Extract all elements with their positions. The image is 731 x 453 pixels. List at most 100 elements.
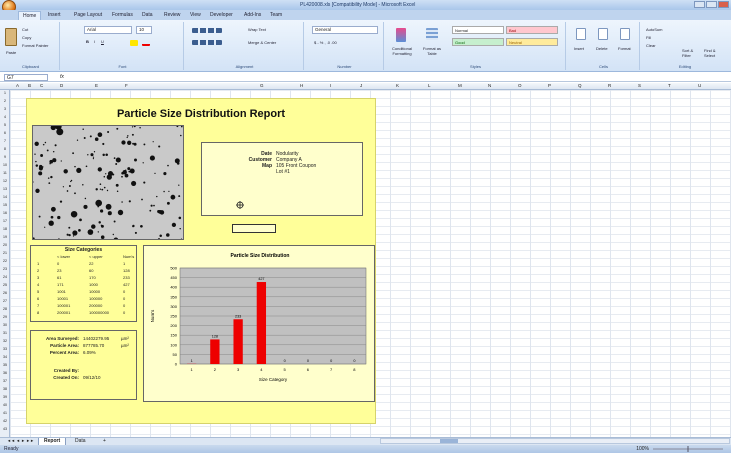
tab-insert[interactable]: Insert (44, 11, 65, 20)
fill-color-icon[interactable] (130, 40, 138, 46)
row-header[interactable]: 5 (1, 123, 9, 127)
maximize-icon[interactable] (706, 1, 717, 8)
row-header[interactable]: 14 (1, 195, 9, 199)
paste-icon[interactable] (5, 28, 17, 46)
row-header[interactable]: 21 (1, 251, 9, 255)
column-header[interactable]: D (60, 83, 63, 88)
fx-icon[interactable]: fx (60, 74, 64, 80)
style-normal[interactable]: Normal (452, 26, 504, 34)
row-header[interactable]: 33 (1, 347, 9, 351)
column-header[interactable]: H (300, 83, 303, 88)
horizontal-scrollbar[interactable] (380, 438, 730, 444)
column-header[interactable]: A (16, 83, 19, 88)
row-header[interactable]: 35 (1, 363, 9, 367)
column-header[interactable]: E (95, 83, 98, 88)
zoom-slider[interactable] (653, 446, 723, 452)
format-as-table-icon[interactable] (426, 28, 438, 40)
tab-add-ins[interactable]: Add-Ins (240, 11, 265, 20)
column-header[interactable]: K (396, 83, 399, 88)
align-icons[interactable] (192, 28, 222, 33)
row-header[interactable]: 41 (1, 411, 9, 415)
row-header[interactable]: 39 (1, 395, 9, 399)
tab-page-layout[interactable]: Page Layout (70, 11, 106, 20)
column-header[interactable]: B (28, 83, 31, 88)
row-header[interactable]: 15 (1, 203, 9, 207)
column-header[interactable]: N (488, 83, 491, 88)
row-header[interactable]: 36 (1, 371, 9, 375)
style-good[interactable]: Good (452, 38, 504, 46)
row-header[interactable]: 10 (1, 163, 9, 167)
row-header[interactable]: 24 (1, 275, 9, 279)
currency-icon[interactable]: $ - % , .0 .00 (314, 40, 337, 45)
column-header[interactable]: G (260, 83, 264, 88)
format-cells-icon[interactable] (620, 28, 630, 40)
row-header[interactable]: 8 (1, 147, 9, 151)
row-header[interactable]: 43 (1, 427, 9, 431)
wrap-text-button[interactable]: Wrap Text (248, 27, 266, 32)
clear-button[interactable]: Clear (646, 43, 656, 48)
row-header[interactable]: 19 (1, 235, 9, 239)
minimize-icon[interactable] (694, 1, 705, 8)
underline-icon[interactable]: U (101, 39, 104, 44)
row-header[interactable]: 1 (1, 91, 9, 95)
column-header[interactable]: Q (578, 83, 582, 88)
row-header[interactable]: 37 (1, 379, 9, 383)
font-name-select[interactable]: Arial (84, 26, 132, 34)
row-header[interactable]: 30 (1, 323, 9, 327)
row-header[interactable]: 27 (1, 299, 9, 303)
row-header[interactable]: 16 (1, 211, 9, 215)
close-icon[interactable] (718, 1, 729, 8)
row-header[interactable]: 40 (1, 403, 9, 407)
style-neutral[interactable]: Neutral (506, 38, 558, 46)
row-header[interactable]: 42 (1, 419, 9, 423)
italic-icon[interactable]: I (94, 39, 95, 44)
row-header[interactable]: 7 (1, 139, 9, 143)
row-header[interactable]: 34 (1, 355, 9, 359)
sort-filter-button[interactable]: Sort & Filter (682, 48, 702, 58)
style-bad[interactable]: Bad (506, 26, 558, 34)
column-header[interactable]: C (40, 83, 43, 88)
cut-button[interactable]: Cut (22, 27, 28, 32)
number-format-select[interactable]: General (312, 26, 378, 34)
row-header[interactable]: 3 (1, 107, 9, 111)
row-header[interactable]: 32 (1, 339, 9, 343)
insert-cells-icon[interactable] (576, 28, 586, 40)
row-header[interactable]: 6 (1, 131, 9, 135)
row-header[interactable]: 23 (1, 267, 9, 271)
row-header[interactable]: 17 (1, 219, 9, 223)
insert-button[interactable]: Insert (574, 46, 584, 51)
delete-cells-icon[interactable] (598, 28, 608, 40)
row-header[interactable]: 9 (1, 155, 9, 159)
autosum-button[interactable]: AutoSum (646, 27, 662, 32)
column-header[interactable]: T (668, 83, 671, 88)
find-select-button[interactable]: Find & Select (704, 48, 726, 58)
bold-icon[interactable]: B (86, 39, 89, 44)
merge-center-button[interactable]: Merge & Center (248, 40, 276, 45)
font-size-select[interactable]: 10 (136, 26, 152, 34)
row-header[interactable]: 22 (1, 259, 9, 263)
column-header[interactable]: R (608, 83, 611, 88)
paste-button[interactable]: Paste (6, 50, 16, 55)
format-painter-button[interactable]: Format Painter (22, 43, 48, 48)
row-header[interactable]: 11 (1, 171, 9, 175)
row-header[interactable]: 13 (1, 187, 9, 191)
tab-team[interactable]: Team (266, 11, 286, 20)
row-header[interactable]: 12 (1, 179, 9, 183)
fill-button[interactable]: Fill (646, 35, 651, 40)
tab-review[interactable]: Review (160, 11, 184, 20)
row-header[interactable]: 31 (1, 331, 9, 335)
tab-developer[interactable]: Developer (206, 11, 237, 20)
column-header[interactable]: F (125, 83, 128, 88)
name-box[interactable]: G7 (4, 74, 48, 81)
tab-home[interactable]: Home (18, 11, 42, 20)
conditional-formatting-icon[interactable] (396, 28, 406, 42)
format-button[interactable]: Format (618, 46, 631, 51)
tab-formulas[interactable]: Formulas (108, 11, 137, 20)
format-as-table-button[interactable]: Format as Table (418, 46, 446, 56)
column-header[interactable]: L (428, 83, 431, 88)
delete-button[interactable]: Delete (596, 46, 608, 51)
row-header[interactable]: 38 (1, 387, 9, 391)
conditional-formatting-button[interactable]: Conditional Formatting (388, 46, 416, 56)
row-header[interactable]: 29 (1, 315, 9, 319)
row-header[interactable]: 28 (1, 307, 9, 311)
